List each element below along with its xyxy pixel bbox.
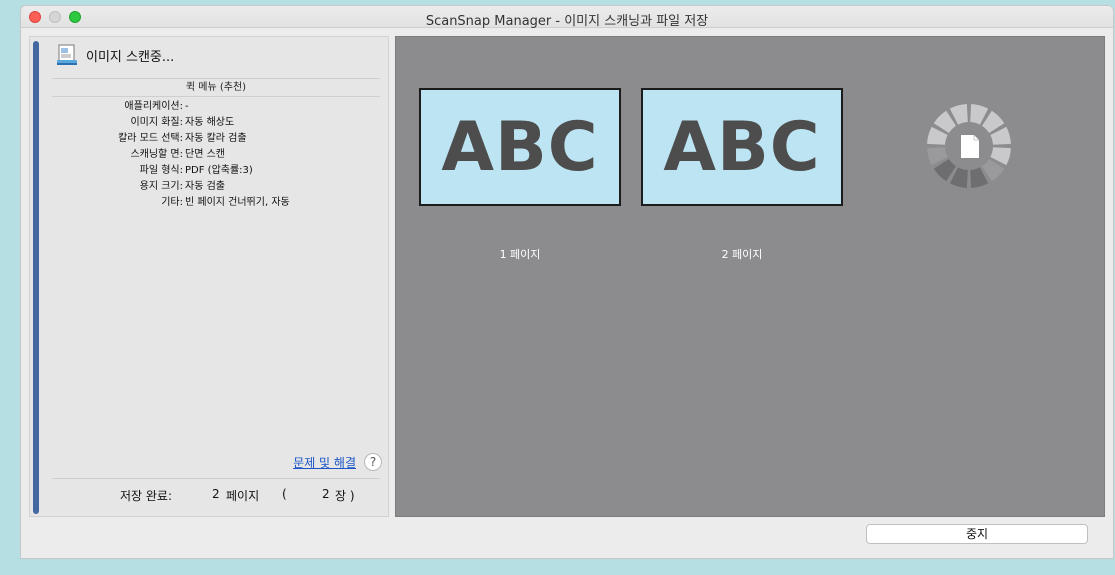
saved-sheets-count: 2 — [322, 487, 330, 501]
quick-menu-title: 퀵 메뉴 (추천) — [52, 78, 380, 97]
page-label-2: 2 페이지 — [721, 248, 763, 261]
scan-setting-label: 이미지 화질: — [130, 117, 183, 128]
page-thumbnail-2[interactable]: ABC — [641, 88, 843, 206]
scan-setting-row: 파일 형식: PDF (압축률:3) — [52, 163, 380, 179]
scan-setting-row: 이미지 화질: 자동 해상도 — [52, 115, 380, 131]
open-paren: ( — [282, 487, 287, 501]
scan-setting-label: 칼라 모드 선택: — [118, 133, 183, 144]
save-status-label: 저장 완료: — [120, 489, 173, 503]
scan-setting-value: PDF (압축률:3) — [185, 165, 253, 176]
scan-status-panel: 이미지 스캔중... 퀵 메뉴 (추천) 애플리케이션: - 이미지 화질: 자동 해… — [29, 36, 389, 517]
scan-setting-label: 파일 형식: — [139, 165, 183, 176]
help-icon[interactable]: ? — [364, 453, 382, 471]
saved-sheets-unit: 장 ) — [335, 489, 355, 503]
title-bar: ScanSnap Manager - 이미지 스캐닝과 파일 저장 — [21, 6, 1113, 29]
page-thumbnail-1[interactable]: ABC — [419, 88, 621, 206]
scan-setting-label: 애플리케이션: — [124, 101, 183, 112]
scan-setting-row: 기타: 빈 페이지 건너뛰기, 자동 — [52, 195, 380, 211]
scan-setting-label: 기타: — [161, 197, 183, 208]
scan-setting-value: 단면 스캔 — [185, 149, 225, 160]
scan-setting-value: 자동 칼라 검출 — [185, 133, 247, 144]
scan-setting-value: 빈 페이지 건너뛰기, 자동 — [185, 197, 290, 208]
scan-setting-row: 스캐닝할 면: 단면 스캔 — [52, 147, 380, 163]
saved-pages-unit: 페이지 — [226, 489, 260, 503]
scan-setting-value: 자동 해상도 — [185, 117, 235, 128]
save-status: 저장 완료: 2 페이지 ( 2 장 ) — [30, 487, 390, 505]
help-row: 문제 및 해결 ? — [293, 453, 382, 471]
scan-setting-row: 칼라 모드 선택: 자동 칼라 검출 — [52, 131, 380, 147]
progress-accent-bar — [33, 41, 39, 514]
scansnap-window: ScanSnap Manager - 이미지 스캐닝과 파일 저장 이미지 스캔… — [21, 6, 1113, 558]
scan-setting-row: 용지 크기: 자동 검출 — [52, 179, 380, 195]
scan-setting-label: 용지 크기: — [139, 181, 183, 192]
troubleshooting-link[interactable]: 문제 및 해결 — [293, 454, 356, 471]
scan-setting-value: 자동 검출 — [185, 181, 225, 192]
scanning-label: 이미지 스캔중... — [86, 49, 175, 65]
thumbnail-text: ABC — [441, 107, 599, 187]
scan-setting-label: 스캐닝할 면: — [130, 149, 183, 160]
stop-button[interactable]: 중지 — [866, 524, 1088, 544]
spinner-document-glyph — [961, 135, 979, 158]
page-label-1: 1 페이지 — [499, 248, 541, 261]
saved-pages-count: 2 — [212, 487, 220, 501]
scanner-document-icon — [57, 44, 77, 65]
scan-setting-value: - — [185, 101, 189, 112]
scan-preview-area: ABC 1 페이지 ABC 2 페이지 — [395, 36, 1105, 517]
save-divider — [52, 478, 380, 479]
scan-setting-row: 애플리케이션: - — [52, 99, 380, 115]
window-title: ScanSnap Manager - 이미지 스캐닝과 파일 저장 — [425, 14, 709, 29]
scanning-status: 이미지 스캔중... — [56, 43, 174, 67]
scan-settings-list: 애플리케이션: - 이미지 화질: 자동 해상도 칼라 모드 선택: 자동 칼라 검출 스캐… — [52, 99, 380, 211]
document-progress-spinner-icon — [927, 104, 1011, 188]
thumbnail-text: ABC — [663, 107, 821, 187]
